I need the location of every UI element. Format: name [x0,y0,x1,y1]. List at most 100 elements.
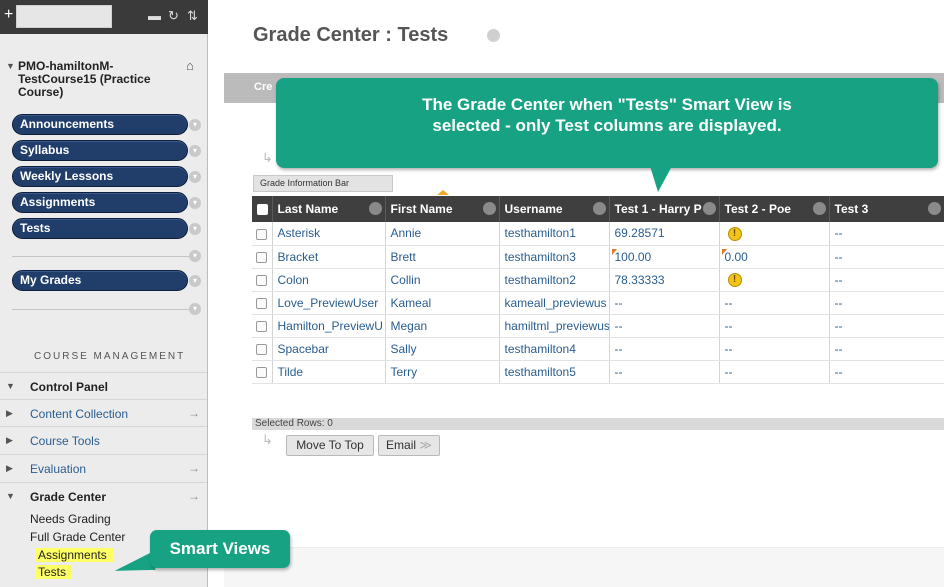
link-full-grade-center[interactable]: Full Grade Center [30,530,125,544]
cell-test-3[interactable]: -- [829,222,944,246]
cell-test-1[interactable]: -- [609,337,720,361]
column-header-last-name[interactable]: Last Name [272,196,386,222]
cell-first-name[interactable]: Annie [385,222,500,246]
select-all-checkbox[interactable] [252,196,273,222]
checkbox-icon[interactable] [256,297,267,309]
checkbox-icon[interactable] [256,228,267,240]
arrow-right-icon[interactable]: → [188,461,200,475]
cell-test-2[interactable]: ! [719,268,830,292]
checkbox-icon[interactable] [256,343,267,355]
column-header-test-3[interactable]: Test 3 [829,196,944,222]
smart-view-tests[interactable]: Tests [36,565,73,579]
chevron-down-icon[interactable] [927,202,941,215]
row-checkbox[interactable] [252,360,273,384]
cell-first-name[interactable]: Brett [385,245,500,269]
cell-last-name[interactable]: Love_PreviewUser [272,291,386,315]
arrow-right-icon[interactable]: → [188,489,200,503]
cell-username[interactable]: kameall_previewus [499,291,610,315]
chevron-down-icon[interactable] [592,202,606,215]
cell-first-name[interactable]: Terry [385,360,500,384]
menu-item-weekly-lessons[interactable]: Weekly Lessons [12,166,188,187]
cell-last-name[interactable]: Colon [272,268,386,292]
cell-test-2[interactable]: -- [719,291,830,315]
add-menu-item-icon[interactable]: + [4,6,13,24]
cell-test-2[interactable]: 0.00 [719,245,830,269]
cell-test-1[interactable]: 69.28571 [609,222,720,246]
row-checkbox[interactable] [252,245,273,269]
cell-last-name[interactable]: Asterisk [272,222,386,246]
cell-test-2[interactable]: ! [719,222,830,246]
cell-username[interactable]: testhamilton5 [499,360,610,384]
needs-grading-icon[interactable]: ! [727,272,742,287]
cell-test-2[interactable]: -- [719,337,830,361]
checkbox-icon[interactable] [256,366,267,378]
cp-item-evaluation[interactable]: ▶ Evaluation → [0,454,207,481]
cell-username[interactable]: testhamilton2 [499,268,610,292]
row-checkbox[interactable] [252,291,273,315]
refresh-icon[interactable]: ↻ [168,8,179,24]
menu-item-my-grades[interactable]: My Grades [12,270,188,291]
cell-test-3[interactable]: -- [829,268,944,292]
column-header-test-2[interactable]: Test 2 - Poe [719,196,830,222]
cell-test-3[interactable]: -- [829,314,944,338]
cell-first-name[interactable]: Kameal [385,291,500,315]
row-checkbox[interactable] [252,222,273,246]
cell-test-3[interactable]: -- [829,245,944,269]
chevron-down-icon[interactable]: ▾ [189,250,201,262]
row-checkbox[interactable] [252,314,273,338]
needs-grading-icon[interactable]: ! [727,226,742,241]
cell-test-2[interactable]: -- [719,314,830,338]
reorder-icon[interactable]: ⇅ [187,8,198,24]
cell-username[interactable]: hamiltml_previewus [499,314,610,338]
chevron-down-icon[interactable]: ▾ [189,275,201,287]
chevron-down-icon[interactable] [487,29,500,42]
chevron-down-icon[interactable]: ▾ [189,303,201,315]
smart-view-assignments[interactable]: Assignments [36,548,113,562]
cell-username[interactable]: testhamilton4 [499,337,610,361]
sidebar-search-box[interactable] [16,5,112,28]
checkbox-icon[interactable] [257,204,268,216]
chevron-down-icon[interactable]: ▾ [189,119,201,131]
control-panel-header[interactable]: ▼ Control Panel [0,372,207,399]
cell-username[interactable]: testhamilton3 [499,245,610,269]
cell-test-1[interactable]: -- [609,291,720,315]
chevron-down-icon[interactable]: ▾ [189,145,201,157]
cell-first-name[interactable]: Collin [385,268,500,292]
cp-item-course-tools[interactable]: ▶ Course Tools [0,426,207,453]
chevron-down-icon[interactable]: ▾ [189,223,201,235]
checkbox-icon[interactable] [256,251,267,263]
email-button[interactable]: Email ≫ [378,435,440,456]
cell-first-name[interactable]: Sally [385,337,500,361]
chevron-down-icon[interactable] [702,202,716,215]
home-icon[interactable]: ⌂ [186,58,194,73]
cell-test-3[interactable]: -- [829,360,944,384]
chevron-down-icon[interactable] [368,202,382,215]
menu-item-tests[interactable]: Tests [12,218,188,239]
row-checkbox[interactable] [252,337,273,361]
cell-test-1[interactable]: -- [609,314,720,338]
cell-test-1[interactable]: -- [609,360,720,384]
cell-test-1[interactable]: 78.33333 [609,268,720,292]
cell-last-name[interactable]: Spacebar [272,337,386,361]
cell-test-2[interactable]: -- [719,360,830,384]
column-header-username[interactable]: Username [499,196,610,222]
collapse-triangle-icon[interactable]: ▼ [6,61,15,71]
cell-last-name[interactable]: Hamilton_PreviewU [272,314,386,338]
link-needs-grading[interactable]: Needs Grading [30,512,111,526]
chevron-down-icon[interactable] [482,202,496,215]
cp-item-grade-center[interactable]: ▼ Grade Center → [0,482,207,509]
cell-username[interactable]: testhamilton1 [499,222,610,246]
cell-test-1[interactable]: 100.00 [609,245,720,269]
checkbox-icon[interactable] [256,320,267,332]
course-title[interactable]: PMO-hamiltonM-TestCourse15 (Practice Cou… [18,60,168,99]
checkbox-icon[interactable] [256,274,267,286]
cell-first-name[interactable]: Megan [385,314,500,338]
cp-item-content-collection[interactable]: ▶ Content Collection → [0,399,207,426]
column-header-test-1[interactable]: Test 1 - Harry P [609,196,720,222]
folder-icon[interactable]: ▬ [148,8,161,23]
cell-last-name[interactable]: Bracket [272,245,386,269]
chevron-down-icon[interactable] [812,202,826,215]
column-header-first-name[interactable]: First Name [385,196,500,222]
cell-test-3[interactable]: -- [829,337,944,361]
create-column-button[interactable]: Cre [254,81,272,93]
